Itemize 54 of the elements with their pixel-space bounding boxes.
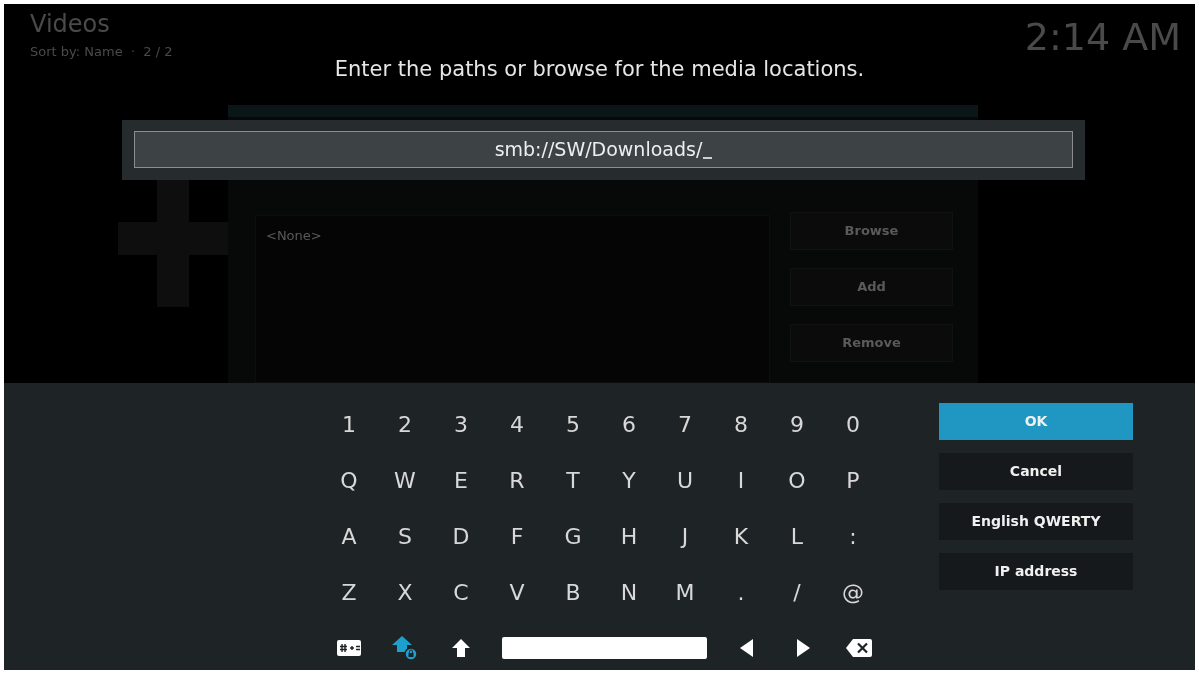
key[interactable]: M [657,568,713,616]
key[interactable]: 0 [825,400,881,448]
input-field[interactable]: smb://SW/Downloads/ [134,131,1073,168]
capslock-icon[interactable] [392,635,418,661]
key[interactable]: : [825,512,881,560]
key[interactable]: E [433,456,489,504]
key[interactable]: I [713,456,769,504]
key[interactable]: X [377,568,433,616]
key[interactable]: H [601,512,657,560]
key[interactable]: O [769,456,825,504]
key[interactable]: S [377,512,433,560]
key[interactable]: P [825,456,881,504]
key[interactable]: R [489,456,545,504]
key[interactable]: A [321,512,377,560]
left-arrow-icon[interactable] [740,639,754,657]
shift-icon[interactable] [451,638,471,658]
key[interactable]: 4 [489,400,545,448]
key[interactable]: 7 [657,400,713,448]
dialog-button[interactable]: Cancel [939,453,1133,490]
key[interactable]: N [601,568,657,616]
key[interactable]: 9 [769,400,825,448]
key[interactable]: L [769,512,825,560]
dialog-button[interactable]: IP address [939,553,1133,590]
key[interactable]: 1 [321,400,377,448]
backspace-icon[interactable] [846,639,872,657]
key[interactable]: 2 [377,400,433,448]
clock: 2:14 AM [1024,18,1181,56]
key[interactable]: U [657,456,713,504]
key[interactable]: Z [321,568,377,616]
key[interactable]: 6 [601,400,657,448]
key[interactable]: K [713,512,769,560]
right-arrow-icon[interactable] [796,639,810,657]
key[interactable]: G [545,512,601,560]
key[interactable]: 3 [433,400,489,448]
key[interactable]: V [489,568,545,616]
symbols-key-icon[interactable] [337,640,361,656]
key[interactable]: @ [825,568,881,616]
key[interactable]: 8 [713,400,769,448]
dialog-heading: Enter the paths or browse for the media locations. [333,56,866,83]
key[interactable]: T [545,456,601,504]
key[interactable]: J [657,512,713,560]
key[interactable]: Q [321,456,377,504]
dialog-button[interactable]: English QWERTY [939,503,1133,540]
key[interactable]: . [713,568,769,616]
key[interactable]: F [489,512,545,560]
key[interactable]: / [769,568,825,616]
key[interactable]: C [433,568,489,616]
key[interactable]: W [377,456,433,504]
key[interactable]: Y [601,456,657,504]
key[interactable]: D [433,512,489,560]
page-title: Videos [30,12,110,36]
sort-label: Sort by: Name · 2 / 2 [30,43,173,61]
key[interactable]: B [545,568,601,616]
key[interactable]: 5 [545,400,601,448]
